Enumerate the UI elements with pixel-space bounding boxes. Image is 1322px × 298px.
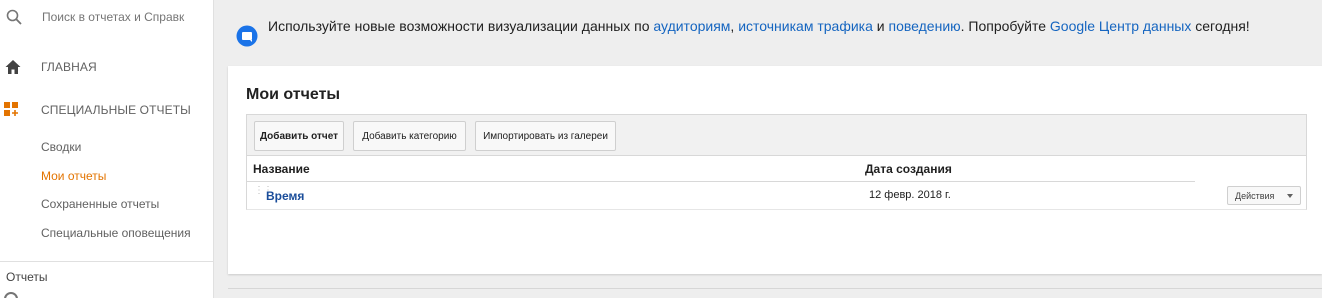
reports-table: Название Дата создания ⋮⋮ Время 12 февр.… <box>246 156 1307 210</box>
notice-sep2: и <box>872 18 889 34</box>
add-category-button[interactable]: Добавить категорию <box>353 121 466 151</box>
notice-part3: сегодня! <box>1191 18 1250 34</box>
sidebar-item-summaries[interactable]: Сводки <box>41 140 81 154</box>
link-data-studio[interactable]: Google Центр данных <box>1050 18 1191 34</box>
reports-toolbar: Добавить отчет Добавить категорию Импорт… <box>246 114 1307 156</box>
sidebar-item-saved-reports[interactable]: Сохраненные отчеты <box>41 197 159 211</box>
search-input[interactable] <box>42 10 202 24</box>
sidebar: ГЛАВНАЯ СПЕЦИАЛЬНЫЕ ОТЧЕТЫ Сводки Мои от… <box>0 0 214 298</box>
search-icon[interactable] <box>6 9 22 25</box>
drag-handle-icon[interactable]: ⋮⋮ <box>254 186 273 202</box>
sidebar-item-my-reports[interactable]: Мои отчеты <box>41 169 106 183</box>
home-icon <box>4 58 22 76</box>
notice-part1: Используйте новые возможности визуализац… <box>268 18 654 34</box>
notice-part2: . Попробуйте <box>960 18 1050 34</box>
sidebar-item-custom-alerts[interactable]: Специальные оповещения <box>41 226 191 240</box>
link-traffic-sources[interactable]: источникам трафика <box>738 18 873 34</box>
actions-label: Действия <box>1235 190 1275 201</box>
nav-home[interactable]: ГЛАВНАЯ <box>0 49 214 85</box>
nav-home-label: ГЛАВНАЯ <box>41 60 97 74</box>
add-report-button[interactable]: Добавить отчет <box>254 121 344 151</box>
nav-custom-reports-label: СПЕЦИАЛЬНЫЕ ОТЧЕТЫ <box>41 103 191 117</box>
notice-icon <box>236 25 258 47</box>
nav-custom-reports[interactable]: СПЕЦИАЛЬНЫЕ ОТЧЕТЫ <box>0 92 214 128</box>
sidebar-divider <box>0 261 214 262</box>
link-behavior[interactable]: поведению <box>889 18 961 34</box>
report-name-link[interactable]: Время <box>266 189 304 203</box>
page-title: Мои отчеты <box>246 86 341 103</box>
chevron-down-icon <box>1287 194 1293 198</box>
clock-icon <box>4 292 18 298</box>
notice-text: Используйте новые возможности визуализац… <box>268 16 1308 36</box>
notice-banner: Используйте новые возможности визуализац… <box>228 0 1322 66</box>
search-bar[interactable] <box>0 0 214 38</box>
actions-dropdown-button[interactable]: Действия <box>1227 186 1301 205</box>
sidebar-section-reports[interactable]: Отчеты <box>6 270 47 284</box>
report-date: 12 февр. 2018 г. <box>869 189 951 201</box>
column-header-date[interactable]: Дата создания <box>865 162 952 176</box>
header-divider <box>247 181 1195 182</box>
link-audience[interactable]: аудиториям <box>653 18 730 34</box>
custom-reports-icon <box>4 101 22 119</box>
footer-divider <box>228 288 1322 289</box>
import-gallery-button[interactable]: Импортировать из галереи <box>475 121 616 151</box>
my-reports-card: Мои отчеты Добавить отчет Добавить катег… <box>228 66 1322 274</box>
column-header-name[interactable]: Название <box>253 162 310 176</box>
